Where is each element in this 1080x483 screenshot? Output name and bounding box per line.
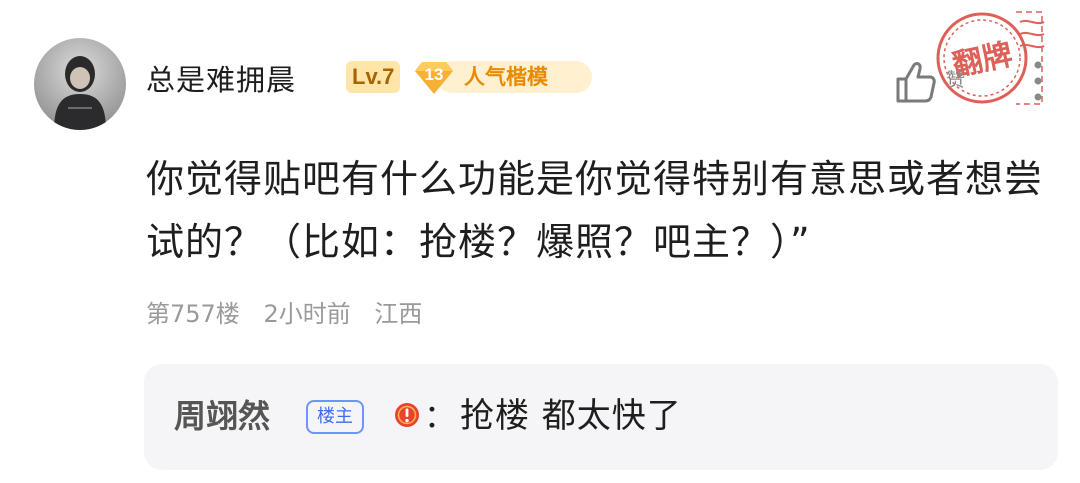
reply-author[interactable]: 周翊然 <box>174 393 270 439</box>
level-badge: Lv.7 <box>346 61 401 93</box>
thumbs-up-icon <box>896 62 936 103</box>
username[interactable]: 总是难拥晨 <box>146 58 296 102</box>
info-icon <box>395 403 419 427</box>
honor-badge-title: 人气楷模 <box>464 65 548 89</box>
reply-text: 抢楼 都太快了 <box>460 396 682 436</box>
op-tag: 楼主 <box>306 400 364 434</box>
like-label: 赞 <box>946 69 966 91</box>
avatar[interactable] <box>34 38 126 130</box>
floor-number: 第757楼 <box>146 300 240 328</box>
post-time: 2小时前 <box>263 300 351 328</box>
more-dots-icon[interactable] <box>1030 58 1046 104</box>
comment-meta: 第757楼 2小时前 江西 <box>146 296 438 332</box>
ip-location: 江西 <box>374 300 423 328</box>
reply-preview[interactable]: 周翊然 楼主 ： 抢楼 都太快了 <box>144 364 1058 470</box>
comment-card: 总是难拥晨 Lv.7 13 人气楷模 翻牌 赞 你觉得贴吧有什么功能是你觉得特别… <box>0 0 1080 483</box>
honor-badge-number: 13 <box>424 65 444 84</box>
like-button[interactable]: 赞 <box>890 55 980 111</box>
reply-colon: ： <box>424 397 457 435</box>
comment-content: 你觉得贴吧有什么功能是你觉得特别有意思或者想尝试的？（比如：抢楼？爆照？吧主？）… <box>146 157 1044 264</box>
